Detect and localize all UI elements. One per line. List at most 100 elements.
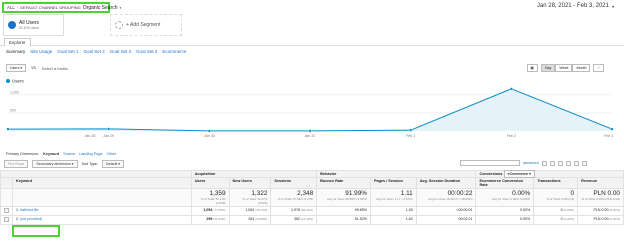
pivot-view-icon[interactable] bbox=[581, 160, 587, 166]
row-checkbox[interactable] bbox=[0, 215, 13, 225]
total-duration-value: 00:00:22 bbox=[447, 190, 473, 197]
subtab-goal-set-1[interactable]: Goal Set 1 bbox=[57, 49, 78, 54]
period-day[interactable]: Day bbox=[540, 64, 556, 72]
table-controls: Plot Rows Secondary dimension ▾ Sort Typ… bbox=[4, 160, 125, 168]
row-ecr: 0.00% bbox=[475, 206, 535, 216]
subtab-ecommerce[interactable]: Ecommerce bbox=[162, 49, 186, 54]
row-sessions-pct: (84.24%) bbox=[300, 208, 314, 212]
col-bounce-rate[interactable]: Bounce Rate bbox=[316, 177, 371, 189]
dim-landing-page[interactable]: Landing Page bbox=[79, 152, 102, 156]
row-duration: 00:02:21 bbox=[415, 215, 477, 225]
col-sessions[interactable]: Sessions bbox=[270, 177, 318, 189]
row-new-users: 263 (19.89%) bbox=[228, 215, 272, 225]
subtab-summary[interactable]: Summary bbox=[6, 49, 25, 54]
row-new-users-value: 263 bbox=[248, 217, 255, 221]
chevron-down-icon[interactable]: ▾ bbox=[120, 6, 122, 10]
row-new-users: 1,054 (79.73%) bbox=[228, 206, 272, 216]
checkbox-icon[interactable] bbox=[4, 208, 9, 213]
row-transactions: 0 (0.00%) bbox=[533, 215, 579, 225]
checkbox-icon[interactable] bbox=[4, 217, 9, 222]
data-point[interactable] bbox=[6, 127, 10, 131]
icon-toggle[interactable]: ▦ bbox=[526, 64, 538, 72]
data-point[interactable] bbox=[610, 127, 614, 131]
row-new-users-pct: (79.73%) bbox=[255, 208, 268, 212]
col-ecr[interactable]: Ecommerce Conversion Rate bbox=[475, 177, 535, 189]
chart-type-icon[interactable]: ⟋ bbox=[593, 64, 604, 72]
row-pages: 1.00 bbox=[369, 206, 417, 216]
row-new-users-pct: (19.89%) bbox=[255, 217, 268, 221]
row-sessions: 1,978 (84.24%) bbox=[270, 206, 318, 216]
goal-option-dropdown[interactable]: eCommerce ▾ bbox=[503, 170, 535, 178]
add-segment-button[interactable]: + Add Segment bbox=[110, 14, 182, 36]
row-pages: 1.62 bbox=[369, 215, 417, 225]
breadcrumb-dimension[interactable]: DEFAULT CHANNEL GROUPING bbox=[20, 5, 81, 10]
metric-dropdown[interactable]: Users ▾ bbox=[6, 64, 27, 72]
sort-type-dropdown[interactable]: Default ▾ bbox=[101, 160, 125, 168]
data-point[interactable] bbox=[107, 127, 111, 131]
tab-explorer[interactable]: Explorer bbox=[4, 38, 31, 46]
subtab-goal-set-2[interactable]: Goal Set 2 bbox=[84, 49, 105, 54]
percentage-view-icon[interactable] bbox=[549, 160, 555, 166]
total-ecr: 0.00% Avg for View: 0.00% (0.00%) bbox=[475, 188, 535, 207]
table-view-icon[interactable] bbox=[541, 160, 547, 166]
term-cloud-icon[interactable] bbox=[573, 160, 579, 166]
breadcrumb-root[interactable]: ALL bbox=[7, 5, 15, 10]
col-new-users[interactable]: New Users bbox=[228, 177, 272, 189]
row-revenue-value: PLN 0.00 bbox=[593, 208, 609, 212]
row-ecr: 0.00% bbox=[475, 215, 535, 225]
performance-view-icon[interactable] bbox=[557, 160, 563, 166]
x-tick-label: Feb 2 bbox=[507, 134, 516, 138]
x-tick-label: Feb 1 bbox=[406, 134, 415, 138]
col-users[interactable]: Users bbox=[190, 177, 230, 189]
period-toggle: ▦ Day Week Month ⟋ bbox=[526, 64, 604, 72]
col-pages-session[interactable]: Pages / Session bbox=[369, 177, 417, 189]
subtab-goal-set-4[interactable]: Goal Set 4 bbox=[136, 49, 157, 54]
group-conversions: Conversions eCommerce ▾ bbox=[475, 170, 624, 178]
col-transactions[interactable]: Transactions bbox=[533, 177, 579, 189]
explorer-subtabs: Summary Site Usage Goal Set 1 Goal Set 2… bbox=[6, 49, 186, 54]
row-transactions: 0 (0.00%) bbox=[533, 206, 579, 216]
table-row: 2. (not provided) 299 (21.99%) 263 (19.8… bbox=[0, 215, 624, 225]
select-metric-link[interactable]: Select a metric bbox=[42, 66, 68, 71]
data-point[interactable] bbox=[207, 129, 211, 133]
row-checkbox[interactable] bbox=[0, 206, 13, 216]
x-tick-label: Jan 30 bbox=[204, 134, 215, 138]
segment-all-users[interactable]: All Users 52.11% Users bbox=[3, 14, 64, 36]
dim-other[interactable]: Other bbox=[107, 152, 117, 156]
col-keyword[interactable]: Keyword bbox=[12, 177, 192, 189]
period-week[interactable]: Week bbox=[555, 64, 573, 72]
totals-spacer bbox=[0, 188, 13, 207]
total-users-value: 1,359 bbox=[209, 190, 226, 197]
secondary-dimension-dropdown[interactable]: Secondary dimension ▾ bbox=[32, 160, 78, 168]
y-tick-label: 500 bbox=[10, 108, 16, 112]
tab-bar bbox=[0, 38, 624, 46]
total-duration-sub: Avg for View: 00:00:27 (-18.04%) bbox=[428, 197, 473, 201]
data-point[interactable] bbox=[409, 128, 413, 132]
date-range-label: Jan 28, 2021 - Feb 3, 2021 bbox=[536, 3, 609, 9]
comparison-view-icon[interactable] bbox=[565, 160, 571, 166]
keyword-link[interactable]: traffcbot.life bbox=[20, 208, 39, 212]
keyword-link[interactable]: (not provided) bbox=[20, 217, 42, 221]
table-search-input[interactable] bbox=[460, 160, 520, 166]
date-range-picker[interactable]: Jan 28, 2021 - Feb 3, 2021 ▾ bbox=[537, 3, 614, 9]
table-totals-row: 1,359% of Total: 52.11% (2,608) 1,322% o… bbox=[0, 188, 624, 207]
advanced-link[interactable]: advanced bbox=[523, 161, 539, 165]
subtab-site-usage[interactable]: Site Usage bbox=[30, 49, 52, 54]
subtab-goal-set-3[interactable]: Goal Set 3 bbox=[110, 49, 131, 54]
total-users-sub: % of Total: 52.11% (2,608) bbox=[200, 197, 226, 205]
col-avg-duration[interactable]: Avg. Session Duration bbox=[415, 177, 477, 189]
row-index: 2. bbox=[16, 217, 19, 221]
period-month[interactable]: Month bbox=[572, 64, 591, 72]
plot-rows-button[interactable]: Plot Rows bbox=[4, 160, 29, 168]
data-point[interactable] bbox=[308, 129, 312, 133]
row-revenue-value: PLN 0.00 bbox=[593, 217, 609, 221]
col-revenue[interactable]: Revenue bbox=[577, 177, 624, 189]
data-point[interactable] bbox=[509, 87, 513, 91]
breadcrumb[interactable]: ALL › DEFAULT CHANNEL GROUPING Organic S… bbox=[2, 2, 121, 13]
secondary-dimension-label: Secondary dimension bbox=[36, 162, 71, 166]
dim-keyword[interactable]: Keyword bbox=[43, 152, 59, 156]
dim-source[interactable]: Source bbox=[63, 152, 75, 156]
select-all-checkbox[interactable] bbox=[0, 177, 13, 189]
metric-label: Users bbox=[10, 66, 20, 70]
segment-placeholder-icon bbox=[115, 21, 123, 29]
